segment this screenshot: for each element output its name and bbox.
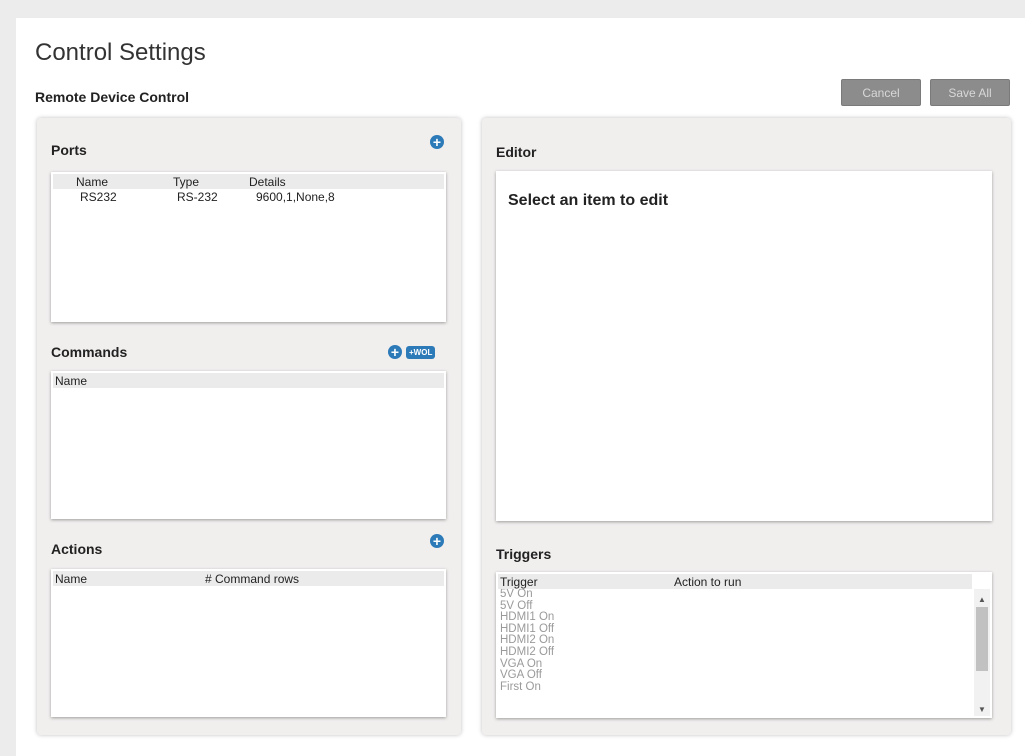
editor-area[interactable]: Select an item to edit [496, 171, 992, 521]
add-action-icon[interactable]: + [430, 534, 444, 548]
port-name: RS232 [80, 190, 117, 204]
actions-table-header: Name # Command rows [53, 571, 444, 586]
table-row[interactable]: RS232 RS-232 9600,1,None,8 [53, 189, 444, 204]
page-subtitle: Remote Device Control [35, 89, 190, 105]
triggers-table-header: Trigger Action to run [498, 574, 972, 589]
scroll-thumb[interactable] [976, 607, 988, 671]
commands-table-header: Name [53, 373, 444, 388]
port-details: 9600,1,None,8 [256, 190, 335, 204]
list-item[interactable]: HDMI1 On [498, 612, 972, 624]
add-wol-button[interactable]: + WOL [406, 346, 436, 359]
triggers-scrollbar[interactable]: ▲ ▼ [974, 589, 990, 716]
port-type: RS-232 [177, 190, 218, 204]
column-header-command-rows: # Command rows [205, 572, 300, 586]
list-item[interactable]: HDMI2 On [498, 635, 972, 647]
triggers-list: 5V On 5V Off HDMI1 On HDMI1 Off HDMI2 On… [498, 589, 972, 716]
list-item[interactable]: First On [498, 681, 972, 694]
column-header-details: Details [249, 175, 286, 189]
column-header-name: Name [76, 175, 109, 189]
commands-title: Commands [51, 344, 128, 360]
column-header-type: Type [173, 175, 200, 189]
list-item[interactable]: HDMI2 Off [498, 646, 972, 659]
actions-title: Actions [51, 541, 103, 557]
column-header-action-to-run: Action to run [674, 575, 742, 589]
editor-placeholder: Select an item to edit [508, 192, 669, 209]
list-item[interactable]: VGA On [498, 658, 972, 671]
list-item[interactable]: 5V Off [498, 600, 972, 613]
list-item[interactable]: 5V On [498, 589, 972, 601]
triggers-table: Trigger Action to run 5V On 5V Off HDMI1… [496, 572, 992, 718]
ports-table: Name Type Details RS232 RS-232 9600,1,No… [51, 172, 446, 322]
ports-title: Ports [51, 142, 87, 158]
list-item[interactable]: VGA Off [498, 670, 972, 682]
cancel-button[interactable]: Cancel [841, 79, 921, 106]
control-settings-page: Control Settings Remote Device Control C… [16, 18, 1025, 756]
save-all-button[interactable]: Save All [930, 79, 1010, 106]
column-header-name: Name [55, 572, 88, 586]
scroll-down-arrow-icon[interactable]: ▼ [974, 702, 990, 716]
column-header-trigger: Trigger [500, 575, 538, 589]
ports-table-header: Name Type Details [53, 174, 444, 189]
list-item[interactable]: HDMI1 Off [498, 623, 972, 636]
scroll-up-arrow-icon[interactable]: ▲ [974, 592, 990, 606]
wol-label: WOL [413, 348, 433, 357]
commands-table: Name [51, 371, 446, 519]
right-panel: Editor Select an item to edit Triggers T… [482, 118, 1011, 735]
left-panel: Ports + Name Type Details RS232 RS-232 9… [37, 118, 461, 735]
editor-title: Editor [496, 144, 537, 160]
add-command-icon[interactable]: + [388, 345, 402, 359]
page-title: Control Settings [35, 39, 206, 66]
triggers-title: Triggers [496, 546, 552, 562]
actions-table: Name # Command rows [51, 569, 446, 717]
add-port-icon[interactable]: + [430, 135, 444, 149]
column-header-name: Name [55, 374, 88, 388]
